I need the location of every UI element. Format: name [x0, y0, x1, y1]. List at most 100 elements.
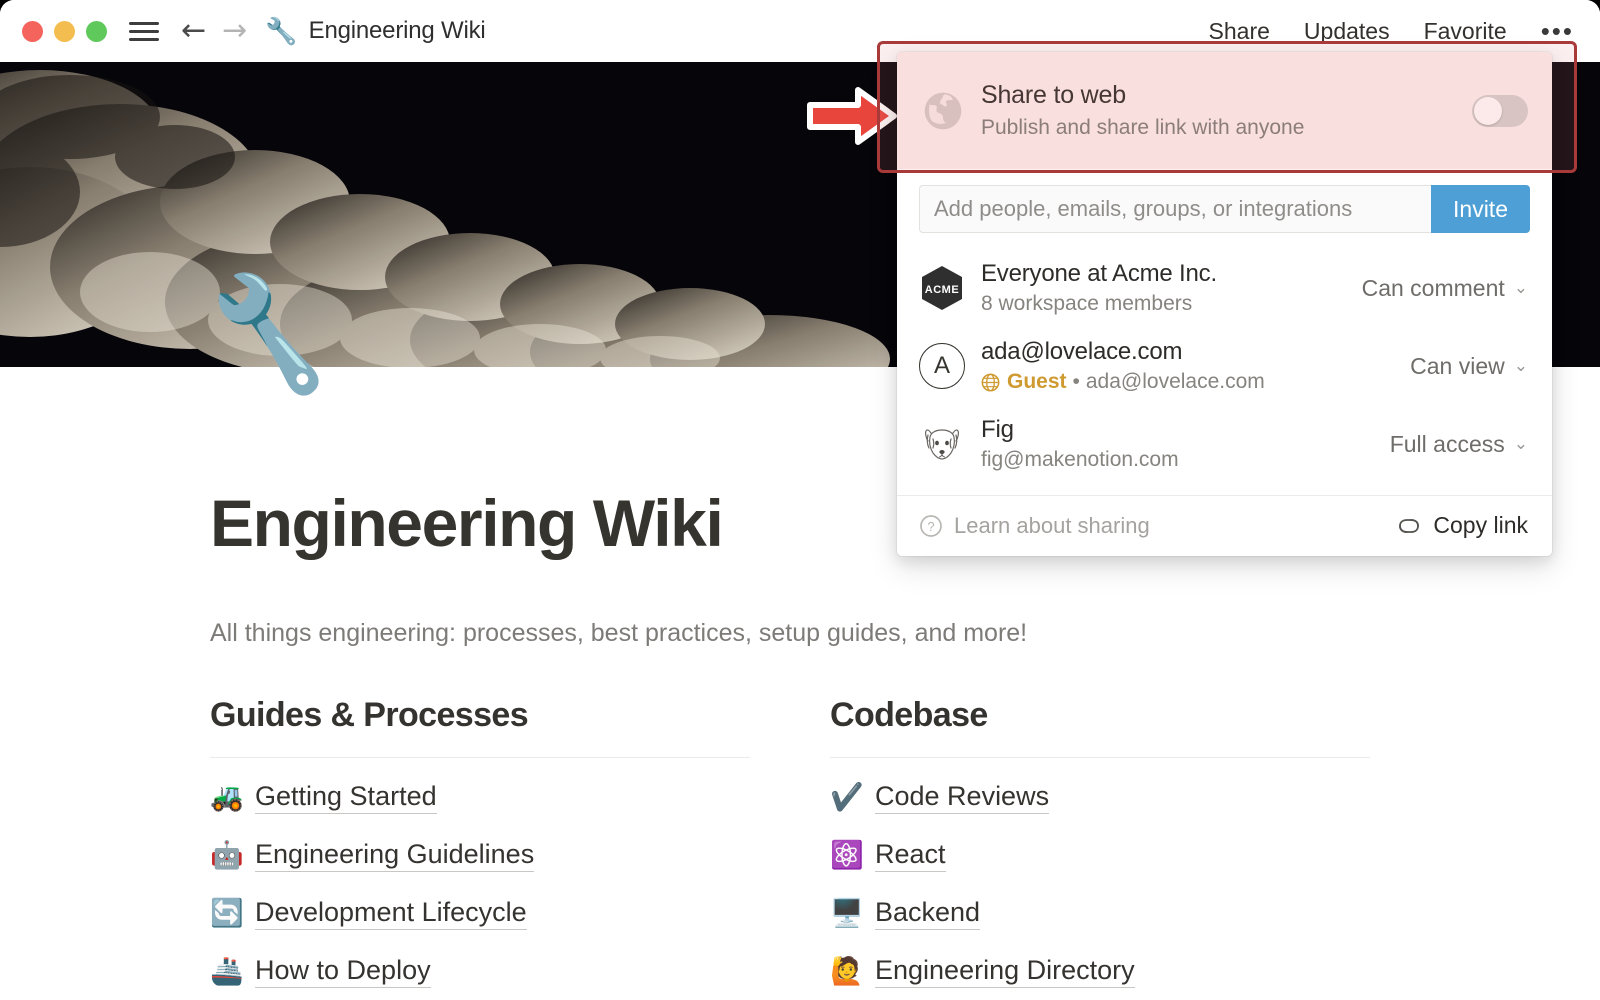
annotation-arrow-icon: [806, 85, 898, 147]
people-list: ACME Everyone at Acme Inc. 8 workspace m…: [897, 247, 1552, 495]
badge-separator: •: [1073, 370, 1080, 394]
desktop-computer-icon: 🖥️: [830, 900, 862, 927]
page-link[interactable]: Getting Started: [255, 780, 437, 815]
more-options-icon[interactable]: •••: [1541, 16, 1574, 47]
robot-icon: 🤖: [210, 842, 242, 869]
status-badge: Guest: [981, 370, 1067, 394]
page-link[interactable]: Engineering Directory: [875, 954, 1135, 989]
access-level-dropdown[interactable]: Can comment ⌄: [1362, 275, 1528, 302]
link-icon: [1396, 515, 1422, 537]
page-link[interactable]: Development Lifecycle: [255, 896, 527, 931]
popup-footer: ? Learn about sharing Copy link: [897, 495, 1552, 556]
toggle-knob: [1474, 97, 1502, 125]
maximize-window-button[interactable]: [86, 21, 107, 42]
arrows-counterclockwise-icon: 🔄: [210, 900, 242, 927]
avatar: A: [919, 343, 965, 389]
list-item[interactable]: 🚢 How to Deploy: [210, 952, 750, 990]
person-name: ada@lovelace.com: [981, 338, 1394, 366]
access-level-dropdown[interactable]: Can view ⌄: [1410, 353, 1528, 380]
person-raising-hand-icon: 🙋: [830, 958, 862, 985]
list-item[interactable]: 🔄 Development Lifecycle: [210, 894, 750, 932]
person-sub-text: fig@makenotion.com: [981, 448, 1179, 472]
window-controls: [22, 21, 107, 42]
learn-about-sharing-link[interactable]: ? Learn about sharing: [919, 513, 1150, 539]
app-window: ← → 🔧 Engineering Wiki Share Updates Fav…: [0, 0, 1600, 1000]
page-icon-wrench[interactable]: 🔧: [198, 273, 341, 394]
access-level-label: Full access: [1390, 431, 1505, 458]
tractor-icon: 🚜: [210, 784, 242, 811]
copy-link-label: Copy link: [1433, 512, 1528, 539]
column-heading[interactable]: Codebase: [830, 696, 1370, 735]
favorite-button[interactable]: Favorite: [1424, 18, 1507, 45]
list-item[interactable]: ✔️ Code Reviews: [830, 778, 1370, 816]
page-description[interactable]: All things engineering: processes, best …: [210, 619, 1600, 648]
page-link[interactable]: React: [875, 838, 946, 873]
hamburger-icon[interactable]: [129, 17, 159, 46]
learn-about-sharing-label: Learn about sharing: [954, 513, 1150, 539]
updates-button[interactable]: Updates: [1304, 18, 1390, 45]
person-subtitle: fig@makenotion.com: [981, 448, 1374, 472]
divider: [830, 757, 1370, 758]
guest-label: Guest: [1007, 370, 1067, 394]
list-item[interactable]: 🚜 Getting Started: [210, 778, 750, 816]
page-link[interactable]: Backend: [875, 896, 980, 931]
person-texts: Fig fig@makenotion.com: [981, 416, 1374, 472]
person-texts: Everyone at Acme Inc. 8 workspace member…: [981, 260, 1346, 316]
share-menu-popup: Share to web Publish and share link with…: [897, 52, 1552, 556]
minimize-window-button[interactable]: [54, 21, 75, 42]
person-name: Fig: [981, 416, 1374, 444]
invite-row: Invite: [897, 169, 1552, 247]
titlebar-actions: Share Updates Favorite •••: [1209, 16, 1574, 47]
list-item[interactable]: 🙋 Engineering Directory: [830, 952, 1370, 990]
person-sub-text: 8 workspace members: [981, 292, 1192, 316]
page-link[interactable]: Engineering Guidelines: [255, 838, 534, 873]
column-heading[interactable]: Guides & Processes: [210, 696, 750, 735]
share-button[interactable]: Share: [1209, 18, 1270, 45]
list-item[interactable]: ⚛️ React: [830, 836, 1370, 874]
list-item[interactable]: 🤖 Engineering Guidelines: [210, 836, 750, 874]
share-to-web-row[interactable]: Share to web Publish and share link with…: [897, 52, 1552, 169]
chevron-down-icon: ⌄: [1514, 356, 1528, 376]
breadcrumb-title[interactable]: Engineering Wiki: [309, 17, 486, 45]
forward-arrow-icon[interactable]: →: [222, 16, 247, 46]
list-item[interactable]: ACME Everyone at Acme Inc. 8 workspace m…: [897, 249, 1552, 327]
svg-text:ACME: ACME: [925, 284, 959, 296]
person-texts: ada@lovelace.com Guest: [981, 338, 1394, 394]
globe-icon: [923, 91, 963, 131]
access-level-dropdown[interactable]: Full access ⌄: [1390, 431, 1528, 458]
column-guides-processes: Guides & Processes 🚜 Getting Started 🤖 E…: [210, 696, 750, 990]
page-link[interactable]: Code Reviews: [875, 780, 1049, 815]
back-arrow-icon[interactable]: ←: [181, 16, 206, 46]
list-item[interactable]: Fig fig@makenotion.com Full access ⌄: [897, 405, 1552, 483]
ship-icon: 🚢: [210, 958, 242, 985]
question-circle-icon: ?: [919, 514, 943, 538]
invite-people-input[interactable]: [919, 185, 1431, 233]
access-level-label: Can view: [1410, 353, 1505, 380]
link-columns: Guides & Processes 🚜 Getting Started 🤖 E…: [210, 696, 1600, 990]
invite-button[interactable]: Invite: [1431, 185, 1530, 233]
divider: [210, 757, 750, 758]
page-link[interactable]: How to Deploy: [255, 954, 431, 989]
close-window-button[interactable]: [22, 21, 43, 42]
chevron-down-icon: ⌄: [1514, 278, 1528, 298]
atom-symbol-icon: ⚛️: [830, 842, 862, 869]
person-subtitle: Guest • ada@lovelace.com: [981, 370, 1394, 394]
copy-link-button[interactable]: Copy link: [1396, 512, 1528, 539]
list-item[interactable]: 🖥️ Backend: [830, 894, 1370, 932]
person-name: Everyone at Acme Inc.: [981, 260, 1346, 288]
column-codebase: Codebase ✔️ Code Reviews ⚛️ React 🖥️ Bac…: [830, 696, 1370, 990]
check-mark-icon: ✔️: [830, 784, 862, 811]
wrench-icon: 🔧: [265, 18, 297, 44]
person-subtitle: 8 workspace members: [981, 292, 1346, 316]
list-item[interactable]: A ada@lovelace.com Guest: [897, 327, 1552, 405]
share-to-web-title: Share to web: [981, 81, 1454, 110]
share-to-web-texts: Share to web Publish and share link with…: [981, 81, 1454, 140]
acme-logo-icon: ACME: [919, 265, 965, 311]
share-to-web-toggle[interactable]: [1472, 95, 1528, 127]
share-to-web-subtitle: Publish and share link with anyone: [981, 116, 1454, 140]
person-sub-text: ada@lovelace.com: [1086, 370, 1265, 394]
svg-text:?: ?: [927, 519, 934, 534]
access-level-label: Can comment: [1362, 275, 1505, 302]
globe-icon: [981, 373, 1000, 392]
chevron-down-icon: ⌄: [1514, 434, 1528, 454]
